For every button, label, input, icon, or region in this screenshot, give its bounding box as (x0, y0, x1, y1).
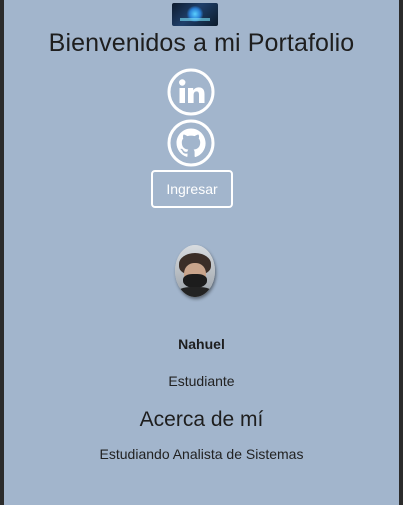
page-title: Bienvenidos a mi Portafolio (48, 29, 355, 57)
portfolio-logo (172, 3, 218, 26)
login-button[interactable]: Ingresar (151, 170, 233, 208)
linkedin-icon[interactable] (167, 68, 215, 116)
portfolio-page: Bienvenidos a mi Portafolio Ingresar Nah… (4, 0, 399, 505)
github-icon[interactable] (167, 119, 215, 167)
about-text: Estudiando Analista de Sistemas (99, 446, 304, 462)
profile-role: Estudiante (168, 373, 235, 389)
about-title: Acerca de mí (139, 408, 264, 431)
avatar (175, 245, 215, 297)
profile-name: Nahuel (178, 336, 225, 352)
